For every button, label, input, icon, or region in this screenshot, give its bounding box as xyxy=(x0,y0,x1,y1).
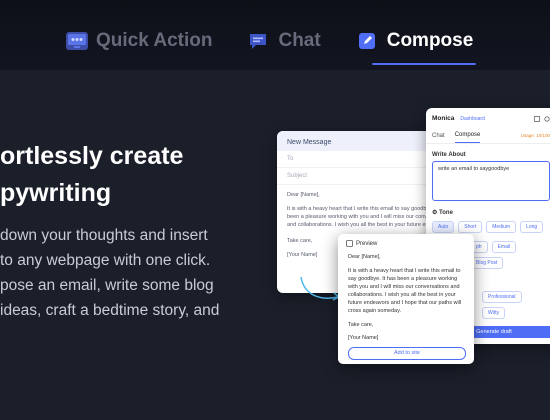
hero-line-2: pywriting xyxy=(0,179,112,207)
style-option[interactable]: Professional xyxy=(482,291,522,303)
expand-icon[interactable] xyxy=(534,115,540,122)
preview-body: Dear [Name], It is with a heavy heart th… xyxy=(338,249,474,346)
write-about-input[interactable]: write an email to saygoodbye xyxy=(432,161,550,201)
tab-compose[interactable]: Compose xyxy=(357,30,474,52)
preview-greeting: Dear [Name], xyxy=(348,254,381,260)
tone-label-text: Tone xyxy=(439,210,453,216)
sparkle-icon xyxy=(346,240,353,247)
monitor-icon xyxy=(66,32,88,50)
tab-label: Chat xyxy=(278,30,321,51)
tone-option[interactable]: Short xyxy=(458,221,483,233)
compose-icon xyxy=(357,32,379,50)
tab-quick-action[interactable]: Quick Action xyxy=(66,30,212,52)
tone-option[interactable]: Auto xyxy=(432,221,455,233)
description-line: pose an email, write some blog xyxy=(0,277,214,294)
style-option[interactable]: Witty xyxy=(482,307,506,319)
tab-chat[interactable]: Chat xyxy=(248,30,321,52)
preview-card: Preview Dear [Name], It is with a heavy … xyxy=(338,234,474,364)
panel-tab-compose[interactable]: Compose xyxy=(454,132,481,143)
preview-header: Preview xyxy=(338,234,474,249)
preview-text: It is with a heavy heart that I write th… xyxy=(348,268,462,314)
tone-label: ⚙ Tone xyxy=(426,201,550,219)
panel-tabs: Chat Compose Usage: 10/100 xyxy=(426,126,550,144)
panel-header: Monica Dashboard xyxy=(426,108,550,126)
write-about-label: Write About xyxy=(432,152,466,158)
dashboard-link[interactable]: Dashboard xyxy=(460,116,484,122)
preview-closing: Take care, xyxy=(348,322,374,328)
settings-icon[interactable] xyxy=(544,115,550,122)
active-tab-indicator xyxy=(372,63,476,65)
panel-actions xyxy=(534,115,550,122)
format-option[interactable]: Email xyxy=(491,241,517,253)
tone-option[interactable]: Medium xyxy=(486,221,517,233)
panel-tab-chat[interactable]: Chat xyxy=(432,133,445,143)
add-to-site-button[interactable]: Add to site xyxy=(348,347,466,360)
feature-tabs: Quick Action Chat Compose xyxy=(66,30,509,52)
tone-icon: ⚙ xyxy=(432,210,440,216)
preview-title: Preview xyxy=(356,240,378,247)
tone-option[interactable]: Long xyxy=(520,221,544,233)
description-line: ideas, craft a bedtime story, and xyxy=(0,302,220,319)
description-line: to any webpage with one click. xyxy=(0,252,211,269)
brand-name: Monica xyxy=(432,115,455,122)
format-option[interactable]: Blog Post xyxy=(470,257,504,269)
hero-line-1: ortlessly create xyxy=(0,142,184,170)
tab-label: Quick Action xyxy=(96,30,213,51)
usage-badge: Usage: 10/100 xyxy=(520,133,550,138)
description-line: down your thoughts and insert xyxy=(0,227,208,244)
tab-label: Compose xyxy=(386,30,474,51)
chat-icon xyxy=(248,32,270,50)
preview-signature: [Your Name] xyxy=(348,335,379,341)
